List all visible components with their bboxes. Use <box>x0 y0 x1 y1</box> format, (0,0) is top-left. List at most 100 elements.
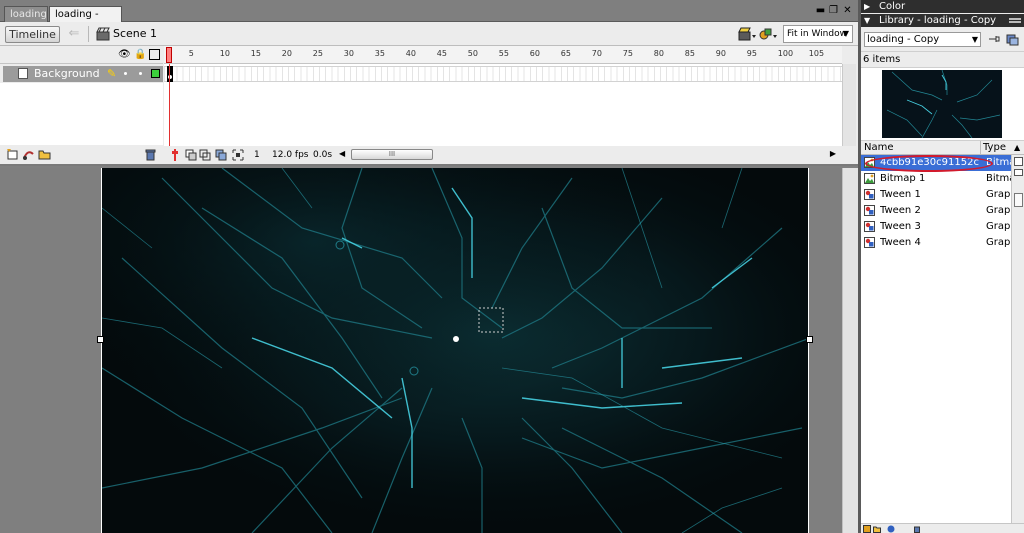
eye-icon[interactable]: 👁 <box>118 49 131 60</box>
library-item-type: Bitmap <box>986 173 1011 184</box>
work-area[interactable] <box>0 168 858 533</box>
library-scroll-thumb[interactable] <box>1014 193 1023 207</box>
keyframe-1[interactable] <box>167 66 173 82</box>
zoom-value: Fit in Window <box>787 29 847 39</box>
library-item[interactable]: Tween 2 Graphic <box>861 203 1011 219</box>
frame-ruler-number: 95 <box>746 49 757 58</box>
new-folder-icon[interactable] <box>873 525 881 533</box>
expand-down-icon: ▼ <box>864 16 871 25</box>
tab-loading-copy[interactable]: loading - Copy* <box>49 6 122 35</box>
library-item[interactable]: Tween 4 Graphic <box>861 235 1011 251</box>
properties-icon[interactable] <box>887 525 895 533</box>
scroll-left-icon[interactable]: ◀ <box>339 149 345 158</box>
delete-item-icon[interactable] <box>913 525 921 533</box>
restore-icon[interactable]: ❐ <box>828 6 839 17</box>
minimize-icon[interactable]: ▬ <box>815 6 826 17</box>
pin-library-icon[interactable] <box>987 33 1000 46</box>
center-frame-icon[interactable] <box>169 149 181 161</box>
frame-ruler-number: 45 <box>436 49 447 58</box>
tab-loading[interactable]: loading <box>4 6 48 22</box>
document-tab-bar: loading loading - Copy* ▬ ❐ ✕ <box>0 0 858 35</box>
pencil-icon: ✎ <box>107 67 117 80</box>
edit-symbols-icon[interactable] <box>758 26 778 42</box>
frame-ruler-number: 75 <box>622 49 633 58</box>
library-document-select[interactable]: loading - Copy ▼ <box>864 32 981 47</box>
column-type-header[interactable]: Type <box>980 141 1006 155</box>
library-item-type: Graphic <box>986 221 1011 232</box>
selection-annotation-ring <box>865 155 993 172</box>
frame-row-background[interactable] <box>164 66 842 82</box>
color-panel-header[interactable]: ▶ Color <box>861 0 1024 13</box>
graphic-symbol-icon <box>864 237 875 248</box>
delete-layer-icon[interactable] <box>144 148 157 161</box>
onion-skin-outlines-icon[interactable] <box>199 149 211 161</box>
timeline-vertical-scrollbar[interactable] <box>842 64 856 146</box>
frame-ruler-number: 20 <box>281 49 292 58</box>
frame-ruler-number: 100 <box>777 49 794 58</box>
library-vertical-scrollbar[interactable] <box>1011 155 1024 523</box>
frame-ruler-number: 50 <box>467 49 478 58</box>
zoom-select[interactable]: Fit in Window ▼ <box>783 25 853 43</box>
scroll-thumb[interactable]: III <box>351 149 433 160</box>
narrow-state-icon[interactable] <box>1014 169 1023 176</box>
new-symbol-icon[interactable] <box>863 525 871 533</box>
library-item[interactable]: Bitmap 1 Bitmap <box>861 171 1011 187</box>
outline-color-swatch[interactable] <box>151 69 160 78</box>
elapsed-time: 0.0s <box>313 150 333 160</box>
library-item[interactable]: Tween 1 Graphic <box>861 187 1011 203</box>
edit-scene-icon[interactable] <box>737 26 757 42</box>
wide-state-icon[interactable] <box>1014 157 1023 166</box>
lock-dot[interactable] <box>139 72 142 75</box>
frame-ruler-number: 85 <box>684 49 695 58</box>
frame-ruler-number: 40 <box>405 49 416 58</box>
close-icon[interactable]: ✕ <box>842 6 853 17</box>
library-item-type: Graphic <box>986 205 1011 216</box>
sort-toggle-icon[interactable]: ▲ <box>1014 141 1020 155</box>
frame-ruler-number: 5 <box>188 49 194 58</box>
color-panel-title: Color <box>879 1 906 12</box>
timeline-toggle-button[interactable]: Timeline <box>5 26 60 43</box>
scroll-right-icon[interactable]: ▶ <box>830 149 836 158</box>
library-panel-header[interactable]: ▼ Library - loading - Copy <box>861 14 1024 27</box>
library-list[interactable]: 4cbb91e30c91152c... Bitmap Bitmap 1 Bitm… <box>861 155 1011 523</box>
stage-vertical-scrollbar[interactable] <box>842 168 858 533</box>
edit-bar: Timeline ⇐ Scene 1 Fit in Window ▼ <box>0 22 858 46</box>
transform-handle-right[interactable] <box>806 336 813 343</box>
frame-ruler-number: 30 <box>343 49 354 58</box>
graphic-symbol-icon <box>864 221 875 232</box>
library-item-type: Graphic <box>986 189 1011 200</box>
playhead[interactable] <box>166 47 172 63</box>
panel-menu-icon[interactable] <box>1009 18 1021 23</box>
library-item-name: Tween 1 <box>880 189 921 200</box>
frame-ruler[interactable]: 5 10 15 20 25 30 35 40 45 50 55 60 65 70 75 80 85 90 95 100… <box>164 46 842 64</box>
library-item-name: Bitmap 1 <box>880 173 926 184</box>
graphic-symbol-icon <box>864 205 875 216</box>
onion-skin-icon[interactable] <box>185 149 197 161</box>
outline-icon[interactable] <box>149 49 160 60</box>
edit-multiple-frames-icon[interactable] <box>215 149 227 161</box>
back-arrow-icon[interactable]: ⇐ <box>66 27 82 41</box>
frame-ruler-number: 70 <box>591 49 602 58</box>
layer-row-background[interactable]: Background ✎ <box>3 66 163 82</box>
visibility-dot[interactable] <box>124 72 127 75</box>
collapse-right-icon: ▶ <box>864 2 871 11</box>
frames-area[interactable] <box>164 64 842 146</box>
insert-layer-icon[interactable] <box>6 148 19 161</box>
library-item[interactable]: Tween 3 Graphic <box>861 219 1011 235</box>
library-item-type: Graphic <box>986 237 1011 248</box>
add-motion-guide-icon[interactable] <box>22 148 35 161</box>
new-library-panel-icon[interactable] <box>1006 33 1019 46</box>
insert-layer-folder-icon[interactable] <box>38 148 51 161</box>
stage[interactable] <box>101 168 809 533</box>
lock-icon[interactable]: 🔒 <box>134 49 146 60</box>
modify-onion-markers-icon[interactable] <box>232 149 244 161</box>
frame-rate[interactable]: 12.0 fps <box>272 149 308 161</box>
layer-tools <box>0 146 163 164</box>
frame-ruler-number: 65 <box>560 49 571 58</box>
transform-handle-left[interactable] <box>97 336 104 343</box>
timeline-horizontal-scrollbar[interactable]: ◀ III ▶ <box>339 149 836 161</box>
column-name-header[interactable]: Name <box>864 141 894 155</box>
circuit-background-bitmap[interactable] <box>102 168 809 533</box>
layer-name[interactable]: Background <box>34 67 100 81</box>
library-item[interactable]: 4cbb91e30c91152c... Bitmap <box>861 155 1011 172</box>
